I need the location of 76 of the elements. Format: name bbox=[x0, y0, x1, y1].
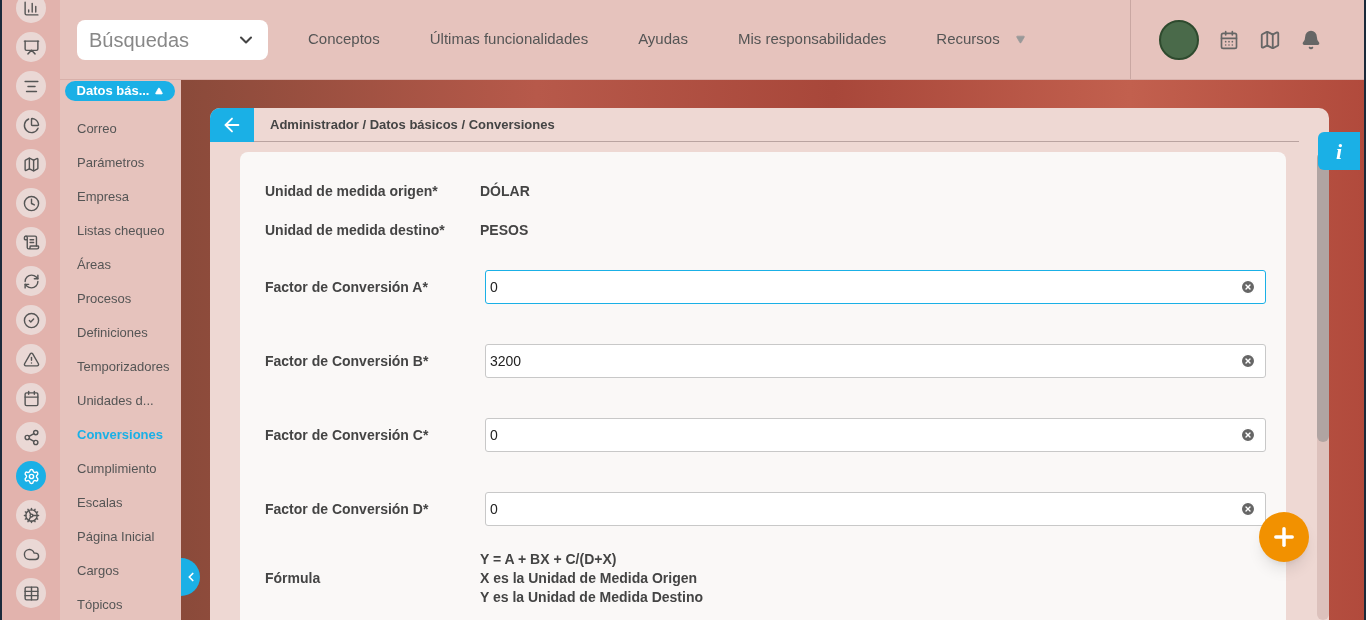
sidebar-item[interactable]: Unidades d... bbox=[60, 383, 181, 418]
bar-chart-icon bbox=[22, 0, 40, 17]
sidebar-item[interactable]: Tópicos bbox=[60, 587, 181, 620]
calendar-icon[interactable] bbox=[1219, 29, 1239, 50]
rail-button[interactable] bbox=[16, 578, 46, 608]
sidebar-item[interactable]: Temporizadores bbox=[60, 349, 181, 384]
network-icon bbox=[22, 428, 40, 446]
pie-chart-icon bbox=[22, 116, 40, 134]
field-value: PESOS bbox=[480, 221, 529, 240]
sidebar-item[interactable]: Procesos bbox=[60, 281, 181, 316]
collapse-button[interactable] bbox=[181, 558, 200, 596]
presentation-icon bbox=[22, 38, 40, 56]
field-label: Unidad de medida origen* bbox=[265, 182, 439, 201]
input-field[interactable]: 0 bbox=[485, 270, 1266, 304]
info-button[interactable]: i bbox=[1318, 132, 1360, 170]
field-value: DÓLAR bbox=[480, 181, 530, 201]
nav-link[interactable]: Mis responsabilidades bbox=[737, 28, 887, 51]
cycle-icon bbox=[22, 272, 40, 290]
rail-button[interactable] bbox=[16, 539, 46, 569]
rail-button[interactable] bbox=[16, 344, 46, 374]
sidebar-item[interactable]: Cargos bbox=[60, 553, 181, 588]
nav-link[interactable]: Recursos bbox=[936, 28, 1025, 51]
formula-line: Y = A + BX + C/(D+X) bbox=[480, 550, 618, 569]
rail-button[interactable] bbox=[16, 0, 46, 23]
rail-button[interactable] bbox=[16, 305, 46, 335]
sidebar-item[interactable]: Escalas bbox=[60, 485, 181, 520]
breadcrumb: Administrador / Datos básicos / Conversiones bbox=[270, 115, 555, 134]
sidebar-item[interactable]: Empresa bbox=[60, 179, 181, 214]
calendar-icon bbox=[22, 389, 40, 407]
back-button[interactable] bbox=[210, 107, 254, 142]
sidebar-item[interactable]: Definiciones bbox=[60, 315, 181, 350]
search-dropdown[interactable]: Búsquedas bbox=[77, 19, 268, 60]
rail-button[interactable] bbox=[16, 110, 46, 140]
caret-icon bbox=[1015, 35, 1025, 44]
rail-button[interactable] bbox=[16, 422, 46, 452]
settings-icon bbox=[22, 467, 40, 485]
section-dropdown[interactable]: Datos bás... bbox=[65, 81, 175, 101]
map-icon bbox=[22, 155, 40, 173]
input-field[interactable]: 3200 bbox=[485, 344, 1266, 378]
map-icon[interactable] bbox=[1259, 28, 1281, 51]
nav-link[interactable]: Ayudas bbox=[638, 28, 688, 51]
field-label: Factor de Conversión C* bbox=[265, 425, 430, 445]
rail-button[interactable] bbox=[16, 227, 46, 257]
rail-button[interactable] bbox=[16, 383, 46, 413]
formula-line: X es la Unidad de Medida Origen bbox=[480, 569, 699, 588]
field-label: Unidad de medida destino* bbox=[265, 221, 446, 240]
sidebar-item[interactable]: Áreas bbox=[60, 247, 181, 282]
nav-link[interactable]: Conceptos bbox=[308, 28, 380, 51]
formula-line: Y es la Unidad de Medida Destino bbox=[480, 588, 703, 607]
check-icon bbox=[22, 311, 40, 329]
sidebar-item[interactable]: Página Inicial bbox=[60, 519, 181, 554]
nav-link[interactable]: Últimas funcionalidades bbox=[429, 28, 589, 51]
sidebar-item[interactable]: Correo bbox=[60, 111, 181, 146]
field-label: Factor de Conversión A* bbox=[265, 277, 429, 297]
input-field[interactable]: 0 bbox=[485, 418, 1266, 452]
avatar[interactable] bbox=[1159, 19, 1199, 60]
rail-button[interactable] bbox=[16, 500, 46, 530]
field-label: Fórmula bbox=[265, 569, 322, 588]
sidebar-item[interactable]: Parámetros bbox=[60, 145, 181, 180]
sidebar-item[interactable]: Cumplimiento bbox=[60, 451, 181, 486]
sidebar-item[interactable]: Listas chequeo bbox=[60, 213, 181, 248]
document-icon bbox=[22, 233, 40, 251]
warning-icon bbox=[22, 350, 40, 368]
gears-icon bbox=[22, 506, 40, 524]
clock-icon bbox=[22, 194, 40, 212]
input-field[interactable]: 0 bbox=[485, 492, 1266, 526]
rail-button[interactable] bbox=[16, 32, 46, 62]
field-label: Factor de Conversión B* bbox=[265, 351, 430, 371]
rail-button[interactable] bbox=[16, 266, 46, 296]
rail-button[interactable] bbox=[16, 188, 46, 218]
bell-icon[interactable] bbox=[1301, 29, 1321, 50]
field-label: Factor de Conversión D* bbox=[265, 499, 430, 519]
rail-button[interactable] bbox=[16, 149, 46, 179]
table-icon bbox=[22, 584, 40, 602]
rail-button[interactable] bbox=[16, 71, 46, 101]
caret-icon bbox=[155, 86, 164, 95]
